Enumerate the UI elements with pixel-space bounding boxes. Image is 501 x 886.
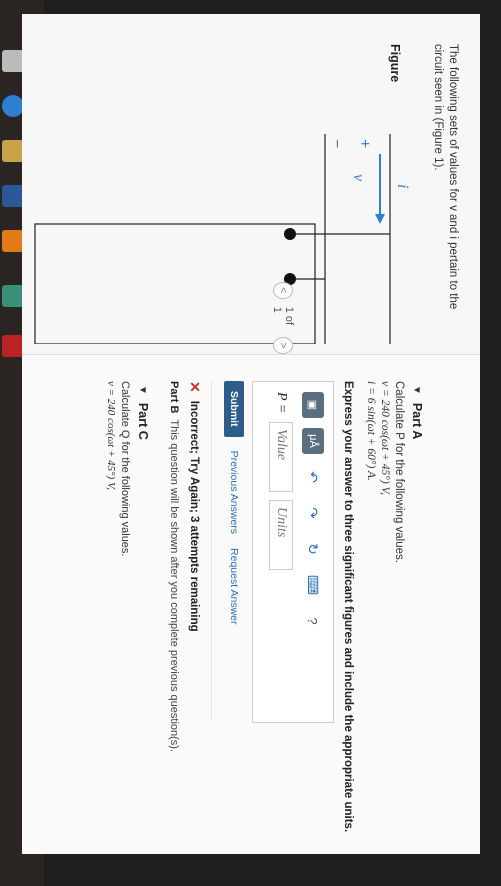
part-b-title: Part B	[168, 381, 180, 414]
keyboard-icon[interactable]: ⌨	[302, 572, 324, 598]
part-b-text: This question will be shown after you co…	[168, 419, 180, 753]
answer-label: P =	[274, 392, 289, 414]
part-a-prompt: Calculate P for the following values. v …	[364, 381, 406, 563]
word-icon[interactable]	[2, 185, 24, 207]
answer-box: ▣ μÅ ↶ ↷ ↻ ⌨ ? P =	[252, 381, 334, 723]
part-c-title: Part C	[136, 402, 150, 440]
templates-icon[interactable]: ▣	[302, 392, 324, 418]
part-b: Part B This question will be shown after…	[168, 381, 180, 752]
chrome-icon[interactable]	[2, 95, 24, 117]
request-answer-link[interactable]: Request Answer	[228, 548, 240, 624]
part-a-i-eq: i = 6 sin(ωt + 60°) A.	[365, 381, 377, 481]
units-input[interactable]	[269, 500, 293, 570]
intro-line-2: circuit seen in (Figure 1).	[432, 44, 444, 171]
redo-icon[interactable]: ↷	[302, 500, 324, 526]
folder-icon[interactable]	[2, 140, 24, 162]
plus-sign: +	[356, 139, 373, 148]
answer-instruction: Express your answer to three significant…	[342, 381, 354, 833]
part-a-title: Part A	[410, 402, 424, 440]
submit-button[interactable]: Submit	[224, 381, 244, 437]
question-panel: ▼ Part A Calculate P for the following v…	[22, 355, 480, 854]
figure-panel: The following sets of values for v and i…	[22, 14, 480, 355]
part-c-header[interactable]: ▼ Part C	[136, 385, 150, 440]
feedback-message: ✕ Incorrect; Try Again; 3 attempts remai…	[186, 381, 212, 721]
answer-input-row: P =	[269, 392, 293, 570]
reset-icon[interactable]: ↻	[302, 536, 324, 562]
current-label: i	[394, 184, 410, 188]
terminal-top	[284, 228, 296, 240]
intro-line-1: The following sets of values for v and i…	[447, 44, 459, 310]
previous-answers-link[interactable]: Previous Answers	[228, 451, 240, 534]
incorrect-x-icon: ✕	[187, 381, 203, 393]
figure-pager: < 1 of 1 >	[271, 282, 295, 354]
submit-row: Submit Previous Answers Request Answer	[224, 381, 244, 625]
pdf-icon[interactable]	[2, 335, 24, 357]
undo-icon[interactable]: ↶	[302, 464, 324, 490]
help-icon[interactable]: ?	[302, 608, 324, 634]
pager-label: 1 of 1	[271, 306, 295, 326]
units-symbol-icon[interactable]: μÅ	[302, 428, 324, 454]
intro-text: The following sets of values for v and i…	[424, 44, 466, 324]
part-a-prompt-text: Calculate P for the following values.	[393, 381, 405, 563]
caret-down-icon: ▼	[411, 385, 423, 395]
feedback-text: Incorrect; Try Again; 3 attempts remaini…	[188, 400, 201, 632]
part-c-prompt: Calculate Q for the following values. v …	[104, 381, 132, 556]
answer-toolbar: ▣ μÅ ↶ ↷ ↻ ⌨ ?	[301, 392, 325, 634]
current-arrowhead	[375, 214, 385, 224]
minus-sign: −	[328, 139, 345, 148]
part-a-v-eq: v = 240 cos(ωt + 45°) V,	[379, 381, 391, 495]
voltage-label: v	[350, 174, 367, 182]
browser-page: The following sets of values for v and i…	[22, 14, 480, 854]
value-input[interactable]	[269, 422, 293, 492]
part-c-v-eq: v = 240 cos(ωt + 45°) V,	[105, 381, 117, 490]
pager-prev-button[interactable]: <	[273, 282, 293, 299]
circuit-diagram: i + v −	[34, 134, 410, 344]
windows-grid-icon[interactable]	[2, 50, 24, 72]
app-icon[interactable]	[2, 285, 24, 307]
figure-title: Figure	[388, 44, 402, 83]
part-a-header[interactable]: ▼ Part A	[410, 385, 424, 439]
vlc-icon[interactable]	[2, 230, 24, 252]
caret-down-icon: ▼	[137, 385, 149, 395]
part-c-prompt-text: Calculate Q for the following values.	[119, 381, 131, 557]
pager-next-button[interactable]: >	[273, 337, 293, 354]
